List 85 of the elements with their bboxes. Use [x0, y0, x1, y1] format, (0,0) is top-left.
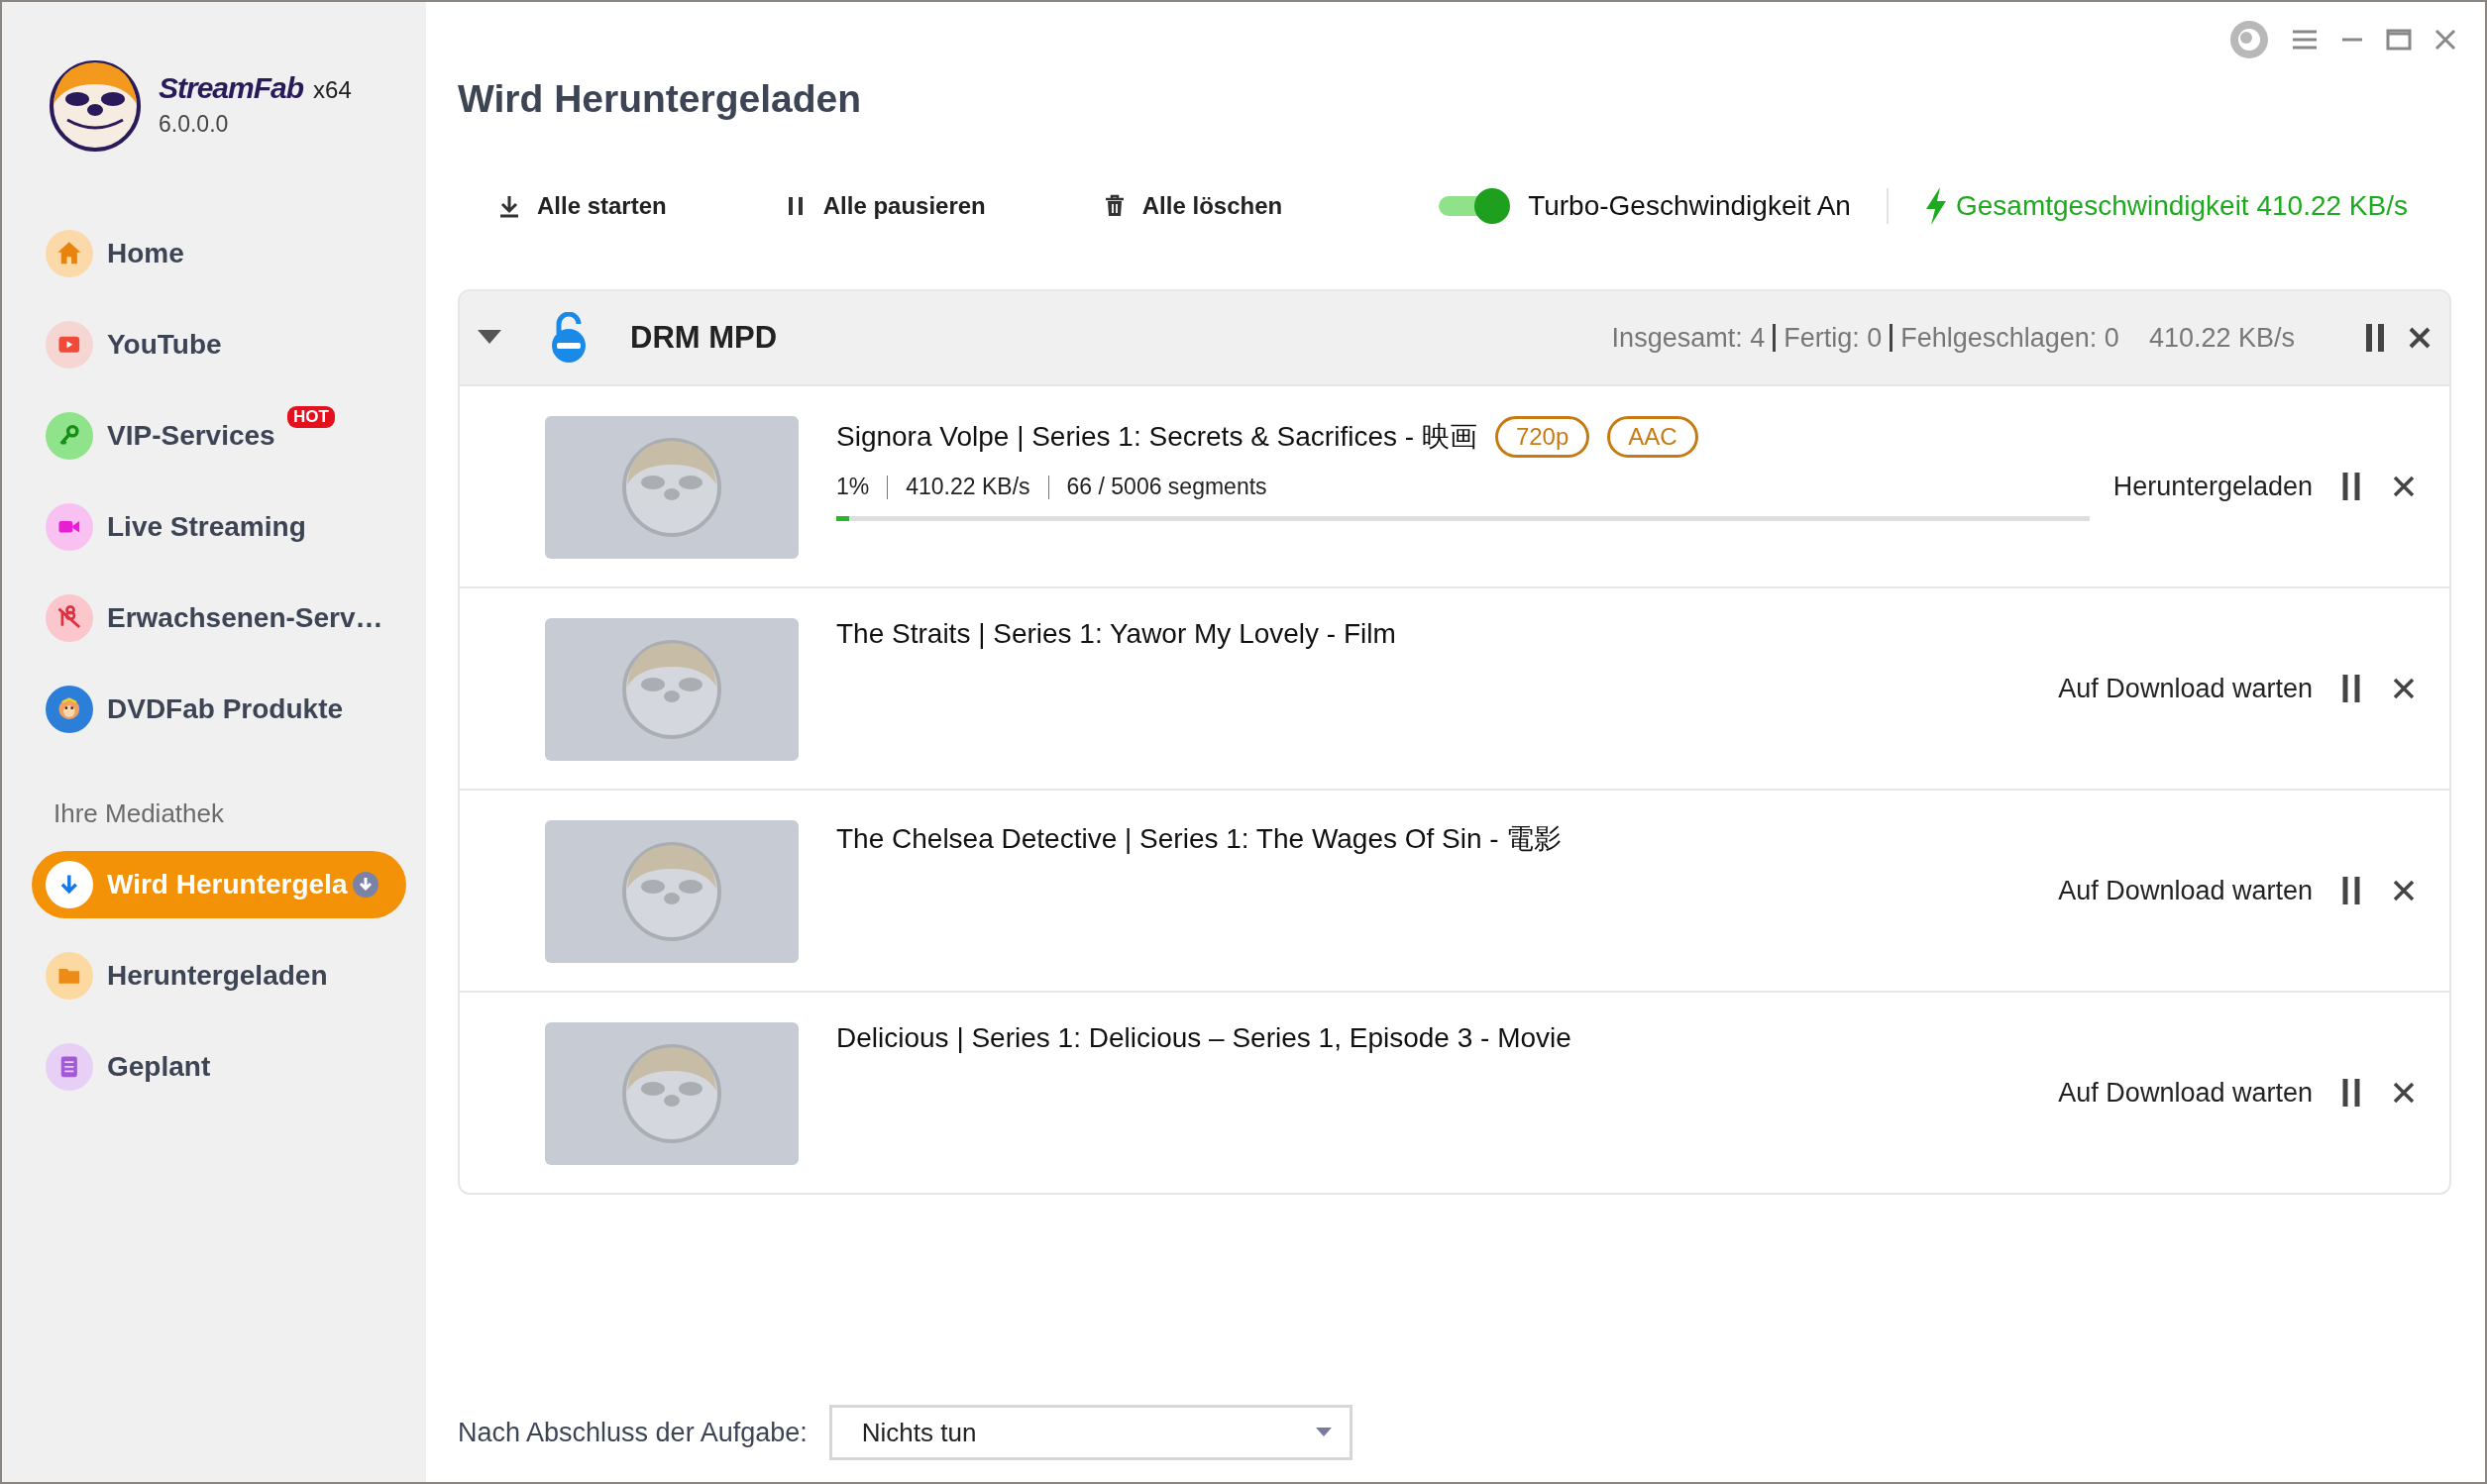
nav-label: VIP-Services: [107, 420, 275, 452]
dropdown[interactable]: Nichts tun: [828, 1405, 1352, 1460]
home-icon: [46, 230, 93, 277]
nav-item[interactable]: VIP-Services HOT: [32, 402, 406, 470]
close-icon: [2408, 326, 2432, 350]
section-heading: Ihre Mediathek: [53, 797, 225, 829]
total-speed: Gesamtgeschwindigkeit 410.22 KB/s: [1955, 190, 2408, 222]
nav-label: Heruntergeladen: [107, 960, 328, 992]
toolbar-button[interactable]: Alle löschen: [1102, 192, 1283, 220]
clipboard-icon: [46, 1043, 93, 1091]
nav-label: YouTube: [107, 329, 222, 361]
pause-icon: [2364, 324, 2386, 352]
close-icon: [2392, 475, 2416, 498]
nav-label: Live Streaming: [107, 511, 306, 543]
pause-icon: [2340, 877, 2362, 904]
close-button[interactable]: [2392, 1081, 2416, 1105]
segment-count: 66 / 5006 segments: [1066, 474, 1267, 500]
toolbar-button[interactable]: Alle pausieren: [783, 192, 986, 220]
pause-icon: [2340, 473, 2362, 500]
group-stat: Fertig: 0: [1784, 322, 1883, 354]
pause-button[interactable]: [2340, 1079, 2362, 1107]
video-title: Signora Volpe | Series 1: Secrets & Sacrifices - 映画: [836, 420, 1477, 454]
download-status: Auf Download warten: [2058, 875, 2313, 906]
play-icon: [46, 321, 93, 369]
close-icon: [2392, 677, 2416, 700]
nav-label: Geplant: [107, 1051, 211, 1083]
group-title: DRM MPD: [630, 320, 778, 356]
field-label: Nach Abschluss der Aufgabe:: [458, 1417, 808, 1448]
maximize-icon[interactable]: [2386, 28, 2412, 52]
pause-button[interactable]: [2340, 473, 2362, 500]
nav-item[interactable]: YouTube: [32, 311, 406, 378]
close-icon: [2392, 1081, 2416, 1105]
toggle-label: Turbo-Geschwindigkeit An: [1528, 190, 1851, 222]
pause-icon: [2340, 675, 2362, 702]
nav-item[interactable]: Geplant: [32, 1033, 406, 1101]
nav-item[interactable]: Home: [32, 220, 406, 287]
video-title: Delicious | Series 1: Delicious – Series 1, Episode 3 - Movie: [836, 1022, 1571, 1054]
download-speed: 410.22 KB/s: [906, 474, 1030, 500]
app-version: 6.0.0.0: [159, 110, 230, 138]
download-badge-icon: [353, 872, 379, 898]
nav-label: DVDFab Produkte: [107, 693, 344, 725]
app-name: StreamFab: [159, 70, 304, 104]
page-title: Wird Heruntergeladen: [458, 77, 863, 121]
nav-label: Wird Heruntergela: [107, 869, 348, 901]
video-camera-icon: [46, 503, 93, 551]
close-icon: [2392, 879, 2416, 902]
folder-icon: [46, 952, 93, 1000]
dropdown-caret-icon: [1315, 1428, 1332, 1437]
format-tag: 720p: [1494, 416, 1590, 458]
close-button[interactable]: [2392, 879, 2416, 902]
menu-icon[interactable]: [2291, 28, 2319, 52]
monkey-face-icon: [46, 686, 93, 733]
download-status: Auf Download warten: [2058, 1077, 2313, 1109]
nav-label: Home: [107, 238, 184, 269]
close-button[interactable]: [2392, 677, 2416, 700]
video-title: The Straits | Series 1: Yawor My Lovely - Film: [836, 618, 1396, 650]
group-stat: Fehlgeschlagen: 0: [1900, 322, 2119, 354]
pause-icon: [2340, 1079, 2362, 1107]
progress-percent: 1%: [836, 474, 870, 500]
format-tag: AAC: [1607, 416, 1698, 458]
toggle-switch[interactable]: [1439, 188, 1511, 224]
close-button[interactable]: [2408, 326, 2432, 350]
lightning-icon: [1923, 187, 1948, 225]
nav-item[interactable]: Live Streaming: [32, 493, 406, 561]
group-speed: 410.22 KB/s: [2148, 322, 2295, 354]
group-stat: Insgesamt: 4: [1611, 322, 1766, 354]
pause-button[interactable]: [2364, 324, 2386, 352]
nav-item[interactable]: DVDFab Produkte: [32, 676, 406, 743]
close-button[interactable]: [2392, 475, 2416, 498]
nav-item[interactable]: Erwachsenen-Serv…: [32, 584, 406, 652]
download-status: Heruntergeladen: [2112, 471, 2313, 502]
nav-item[interactable]: Heruntergeladen: [32, 942, 406, 1009]
pause-button[interactable]: [2340, 877, 2362, 904]
adult-content-icon: [46, 594, 93, 642]
app-architecture: x64: [313, 75, 352, 103]
hot-badge: HOT: [287, 406, 335, 428]
nav-label: Erwachsenen-Serv…: [107, 602, 383, 634]
download-status: Auf Download warten: [2058, 673, 2313, 704]
close-icon[interactable]: [2433, 28, 2457, 52]
video-title: The Chelsea Detective | Series 1: The Wages Of Sin - 電影: [836, 822, 1563, 856]
download-icon: [497, 194, 521, 218]
toolbar-button[interactable]: Alle starten: [497, 192, 667, 220]
caret-icon[interactable]: [478, 330, 501, 346]
key-icon: [46, 412, 93, 460]
pause-button[interactable]: [2340, 675, 2362, 702]
